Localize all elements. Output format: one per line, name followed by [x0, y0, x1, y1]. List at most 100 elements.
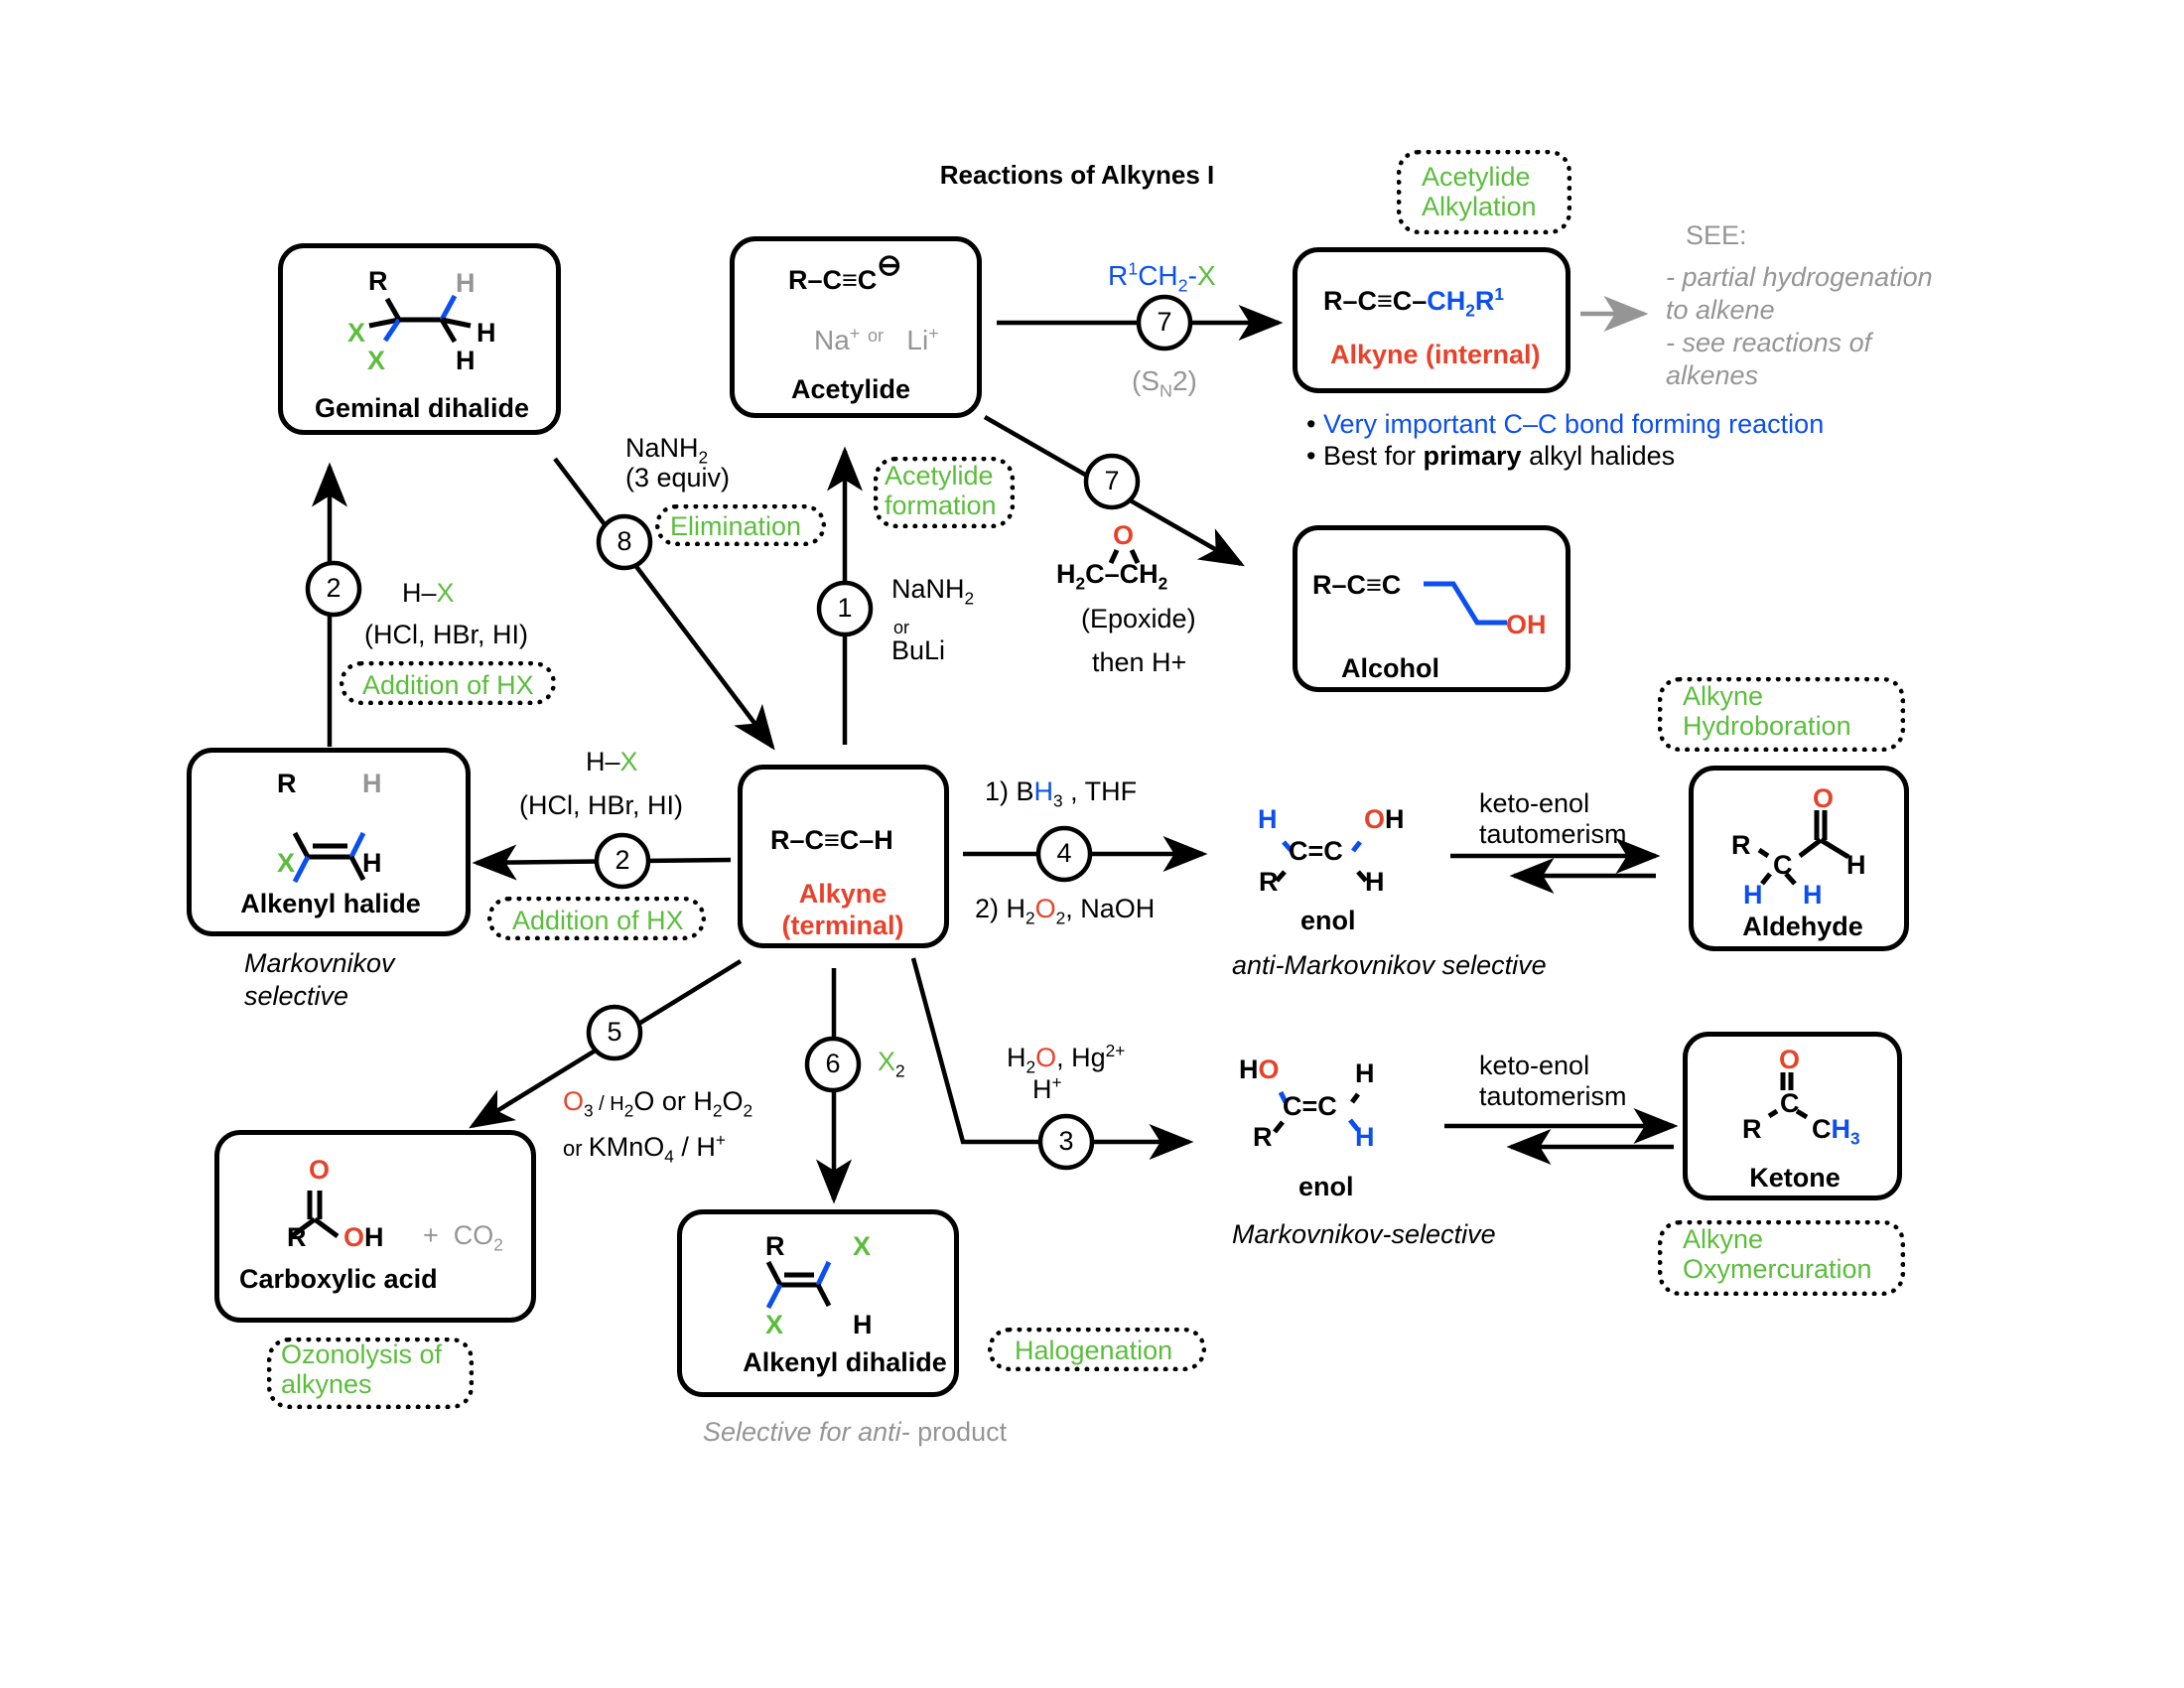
epoxide-formula: H2C–CH2 — [1056, 559, 1168, 594]
reagent-3-line1: H2O, Hg2+ — [1007, 1041, 1126, 1077]
keto-enol-label-1: keto-enol tautomerism — [1479, 788, 1627, 850]
note-markovnikov-line2: selective — [244, 981, 349, 1011]
enol-label-2: enol — [1298, 1172, 1354, 1201]
epoxide-oxygen: O — [1113, 520, 1135, 550]
reagent-7-mechanism: (SN2) — [1132, 365, 1197, 401]
epoxide-label: (Epoxide) — [1081, 604, 1196, 633]
reagent-4-step2: 2) H2O2, NaOH — [975, 894, 1156, 928]
note-bullet-2: • Best for primary alkyl halides — [1306, 441, 1676, 471]
alcohol-oh: OH — [1506, 610, 1547, 639]
tag-addition-of-hx[interactable]: Addition of HX — [487, 897, 706, 940]
atom-h: H — [1365, 867, 1385, 897]
see-also-item: to alkene — [1666, 295, 1775, 325]
reagent-8-line1: NaNH2 — [625, 433, 709, 468]
note-bullet-1: • Very important C–C bond forming reacti… — [1306, 409, 1825, 439]
atom-r: R — [368, 266, 388, 296]
atom-h: H — [362, 848, 382, 878]
internal-alkyne-box[interactable]: R–C≡C–CH2R1 Alkyne (internal) — [1293, 247, 1570, 393]
tag-ozonolysis[interactable]: Ozonolysis of alkynes — [267, 1337, 474, 1409]
atom-r: R — [1253, 1122, 1273, 1152]
atom-r: R — [1742, 1114, 1762, 1144]
atom-h: H — [1846, 850, 1866, 880]
atom-o: O — [1779, 1045, 1801, 1074]
reagent-4-step1: 1) BH3 , THF — [985, 776, 1138, 811]
reagent-6: X2 — [878, 1047, 905, 1081]
tag-elimination[interactable]: Elimination — [655, 504, 826, 546]
atom-h: H — [456, 268, 476, 298]
negative-charge-icon: ⊖ — [877, 249, 902, 282]
geminal-dihalide-box[interactable]: R X X H H H Geminal dihalide — [278, 243, 561, 435]
note-anti-markovnikov: anti-Markovnikov selective — [1232, 950, 1547, 980]
atom-oh: OH — [1364, 804, 1405, 834]
reagent-1-line2: BuLi — [891, 635, 946, 665]
atom-h: H — [1258, 804, 1278, 834]
reagent-3-line2: H+ — [1032, 1072, 1062, 1104]
alcohol-box[interactable]: R–C≡C OH Alcohol — [1293, 525, 1570, 692]
see-also-item: - see reactions of — [1666, 328, 1872, 357]
atom-r: R — [765, 1231, 785, 1261]
terminal-alkyne-box[interactable]: R–C≡C–H Alkyne (terminal) — [738, 765, 949, 948]
atom-x: X — [765, 1310, 784, 1339]
atom-r: R — [1731, 830, 1751, 860]
atom-x: X — [853, 1231, 872, 1261]
carboxylic-acid-name: Carboxylic acid — [239, 1264, 438, 1294]
see-also-item: alkenes — [1666, 360, 1759, 390]
step-number-5: 5 — [607, 1017, 622, 1047]
atom-r: R — [287, 1222, 307, 1252]
reagent-2-hx: H–X — [402, 578, 455, 608]
step-number-1: 1 — [837, 593, 853, 623]
atom-r: R — [277, 769, 297, 798]
co2-byproduct: + CO2 — [423, 1220, 503, 1255]
tag-alkyne-hydroboration[interactable]: Alkyne Hydroboration — [1658, 677, 1905, 752]
atom-o: O — [1813, 783, 1835, 813]
atom-c: C — [1773, 850, 1793, 880]
step-number-2: 2 — [614, 845, 630, 875]
tag-halogenation[interactable]: Halogenation — [988, 1328, 1206, 1371]
atom-c-double-c: C=C — [1289, 836, 1343, 866]
tag-alkyne-oxymercuration[interactable]: Alkyne Oxymercuration — [1658, 1220, 1905, 1296]
atom-r: R — [1259, 867, 1279, 897]
ketone-box[interactable]: O C R CH3 Ketone — [1683, 1032, 1902, 1200]
alkenyl-dihalide-name: Alkenyl dihalide — [743, 1347, 947, 1377]
bond — [1350, 1092, 1360, 1104]
tag-addition-of-hx[interactable]: Addition of HX — [340, 661, 556, 705]
step-number-7: 7 — [1157, 307, 1172, 337]
aldehyde-box[interactable]: O R C H H H Aldehyde — [1689, 766, 1909, 951]
see-also-item: - partial hydrogenation — [1666, 262, 1933, 292]
atom-o: O — [309, 1155, 331, 1185]
alkenyl-halide-box[interactable]: R H X H Alkenyl halide — [187, 748, 471, 936]
tag-acetylide-formation[interactable]: Acetylide formation — [874, 457, 1015, 528]
tag-acetylide-alkylation[interactable]: Acetylide Alkylation — [1397, 150, 1571, 234]
atom-x: X — [347, 318, 366, 348]
carboxylic-acid-box[interactable]: O R OH + CO2 Carboxylic acid — [214, 1130, 536, 1323]
atom-h: H — [362, 769, 382, 798]
atom-ch3: CH3 — [1812, 1114, 1860, 1149]
alkenyl-dihalide-box[interactable]: R X X H Alkenyl dihalide — [677, 1209, 959, 1397]
atom-c: C — [1780, 1088, 1800, 1118]
atom-h: H — [1743, 880, 1763, 910]
atom-oh: OH — [343, 1222, 384, 1252]
arrow-reaction-8 — [553, 457, 775, 751]
reagent-2-list: (HCl, HBr, HI) — [519, 790, 683, 820]
epoxide-then: then H+ — [1092, 647, 1187, 677]
reagent-8-line2: (3 equiv) — [625, 463, 731, 492]
atom-x: X — [277, 848, 296, 878]
geminal-dihalide-name: Geminal dihalide — [314, 393, 530, 423]
atom-h: H — [1355, 1122, 1375, 1152]
internal-alkyne-formula: R–C≡C–CH2R1 — [1323, 284, 1505, 321]
step-number-7: 7 — [1104, 466, 1120, 495]
atom-c-double-c: C=C — [1283, 1091, 1337, 1121]
see-also-title: SEE: — [1686, 220, 1747, 250]
step-number-4: 4 — [1056, 838, 1072, 868]
internal-alkyne-name: Alkyne (internal) — [1330, 340, 1541, 369]
ketone-name: Ketone — [1749, 1163, 1841, 1193]
atom-ho: HO — [1239, 1055, 1280, 1084]
terminal-alkyne-formula: R–C≡C–H — [770, 825, 893, 855]
bond — [1351, 840, 1362, 853]
reagent-7-alkyl-halide: R1CH2-X — [1108, 258, 1216, 296]
aldehyde-name: Aldehyde — [1742, 912, 1863, 941]
atom-h: H — [477, 318, 496, 348]
acetylide-box[interactable]: R–C≡C⊖ Na+ or Li+ Acetylide — [730, 236, 982, 418]
alkenyl-halide-name: Alkenyl halide — [240, 889, 421, 918]
reagent-5-line1: O3 / H2O or H2O2 — [563, 1086, 753, 1121]
